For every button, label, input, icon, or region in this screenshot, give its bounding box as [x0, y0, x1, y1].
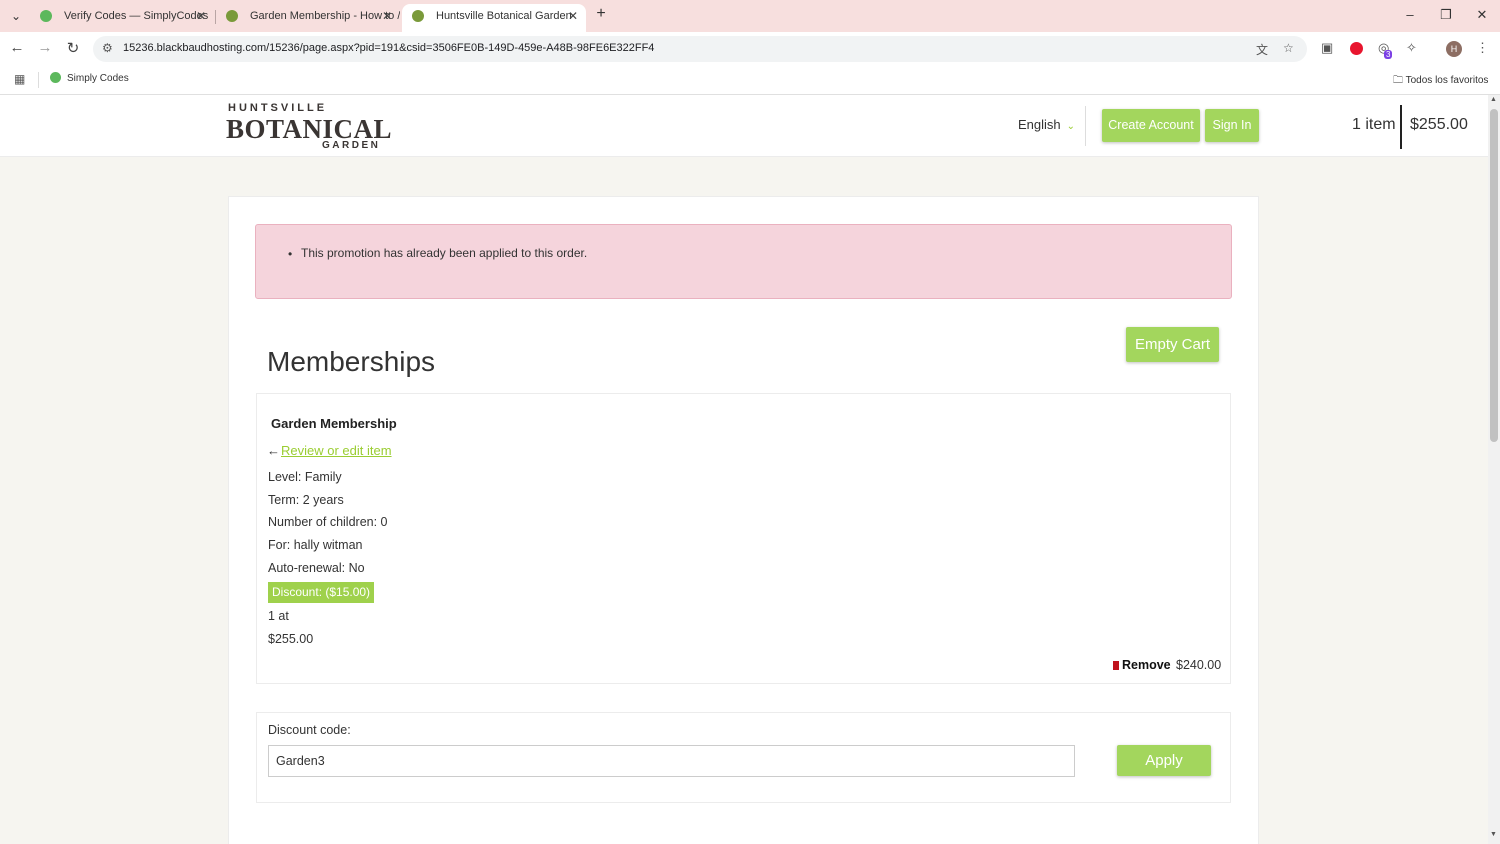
minimize-icon[interactable]: –: [1400, 7, 1420, 22]
close-window-icon[interactable]: ✕: [1472, 7, 1492, 23]
cart-total[interactable]: $255.00: [1410, 116, 1468, 134]
cart-divider: [1400, 105, 1402, 149]
translate-icon[interactable]: 文: [1256, 41, 1268, 58]
address-bar[interactable]: ⚙ 15236.blackbaudhosting.com/15236/page.…: [93, 36, 1307, 62]
promotion-alert: • This promotion has already been applie…: [255, 224, 1232, 299]
simplycodes-favicon-icon: [40, 10, 52, 22]
scroll-up-arrow-icon[interactable]: ▲: [1490, 96, 1497, 103]
trash-icon: [1113, 661, 1119, 670]
tab-title: Verify Codes — SimplyCodes: [64, 10, 209, 22]
browser-tab-garden-membership[interactable]: Garden Membership - How to / ✕: [216, 4, 400, 32]
language-label: English: [1018, 117, 1061, 132]
language-selector[interactable]: English ⌄: [1018, 117, 1075, 132]
bookmarks-divider: [38, 72, 39, 88]
garden-favicon-icon: [226, 10, 238, 22]
item-recipient: For: hally witman: [268, 538, 363, 552]
item-name: Garden Membership: [271, 416, 397, 431]
garden-favicon-icon: [412, 10, 424, 22]
close-tab-icon[interactable]: ✕: [196, 4, 206, 28]
all-bookmarks-label: Todos los favoritos: [1405, 75, 1489, 86]
folder-icon: 🗀: [1393, 75, 1403, 86]
site-info-icon[interactable]: ⚙: [102, 41, 113, 55]
tab-title: Huntsville Botanical Garden: [436, 10, 572, 22]
logo-text-top: HUNTSVILLE: [228, 102, 328, 114]
browser-tab-huntsville[interactable]: Huntsville Botanical Garden ✕: [402, 4, 586, 32]
extension-badge: 3: [1384, 50, 1393, 59]
forward-icon[interactable]: →: [35, 39, 55, 56]
alert-message: This promotion has already been applied …: [301, 246, 588, 260]
close-tab-icon[interactable]: ✕: [568, 4, 578, 28]
page-title: Memberships: [267, 346, 436, 377]
logo-text-bottom: GARDEN: [322, 140, 381, 151]
tab-search-chevron-icon[interactable]: ⌄: [6, 7, 26, 25]
page-scrollbar[interactable]: ▲ ▼: [1488, 95, 1500, 844]
item-quantity: 1 at: [268, 609, 289, 623]
bookmark-simply-codes[interactable]: Simply Codes: [50, 72, 129, 84]
cart-line-item: [256, 393, 1231, 684]
apps-grid-icon[interactable]: ▦: [14, 72, 25, 86]
site-header: HUNTSVILLE BOTANICAL GARDEN English ⌄ Cre…: [0, 95, 1488, 157]
discount-code-label: Discount code:: [268, 723, 351, 737]
create-account-button[interactable]: Create Account: [1102, 109, 1200, 142]
all-bookmarks-folder[interactable]: 🗀 Todos los favoritos: [1393, 73, 1488, 90]
remove-label: Remove: [1122, 658, 1171, 672]
remove-button[interactable]: Remove: [1113, 658, 1171, 672]
browser-tab-bar: ⌄ Verify Codes — SimplyCodes ✕ Garden Me…: [0, 0, 1500, 32]
scroll-down-arrow-icon[interactable]: ▼: [1490, 831, 1497, 838]
item-term: Term: 2 years: [268, 493, 344, 507]
item-level: Level: Family: [268, 470, 342, 484]
arrow-left-icon: ←: [267, 443, 280, 458]
extension-puzzle-printer-icon[interactable]: ▣: [1321, 40, 1333, 56]
back-icon[interactable]: ←: [7, 39, 27, 56]
alert-bullet: •: [288, 247, 293, 261]
tab-title: Garden Membership - How to /: [250, 10, 400, 22]
cart-item-count[interactable]: 1 item: [1352, 116, 1396, 134]
profile-avatar[interactable]: H: [1446, 41, 1462, 57]
header-divider: [1085, 106, 1086, 146]
new-tab-icon[interactable]: +: [592, 5, 610, 23]
empty-cart-button[interactable]: Empty Cart: [1126, 327, 1219, 362]
opera-extension-icon[interactable]: [1350, 42, 1363, 55]
apply-button[interactable]: Apply: [1117, 745, 1211, 776]
browser-menu-icon[interactable]: ⋮: [1476, 40, 1489, 56]
bookmark-label: Simply Codes: [67, 73, 129, 84]
review-edit-link[interactable]: Review or edit item: [281, 443, 392, 458]
scrollbar-thumb[interactable]: [1490, 109, 1498, 442]
sign-in-button[interactable]: Sign In: [1205, 109, 1259, 142]
item-unit-price: $255.00: [268, 632, 314, 646]
browser-tab-simplycodes[interactable]: Verify Codes — SimplyCodes ✕: [30, 4, 214, 32]
huntsville-botanical-garden-logo[interactable]: HUNTSVILLE BOTANICAL GARDEN: [226, 102, 392, 152]
item-children: Number of children: 0: [268, 515, 388, 529]
bookmark-star-icon[interactable]: ☆: [1283, 41, 1294, 55]
bookmarks-bar: ▦ Simply Codes 🗀 Todos los favoritos: [0, 66, 1500, 95]
restore-icon[interactable]: ❐: [1436, 7, 1456, 23]
item-auto-renewal: Auto-renewal: No: [268, 561, 365, 575]
line-total: $240.00: [1176, 658, 1222, 672]
browser-toolbar: ← → ↻ ⚙ 15236.blackbaudhosting.com/15236…: [0, 32, 1500, 66]
discount-badge: Discount: ($15.00): [268, 582, 375, 603]
extensions-menu-icon[interactable]: ✧: [1406, 40, 1417, 56]
reload-icon[interactable]: ↻: [63, 39, 83, 57]
url-text[interactable]: 15236.blackbaudhosting.com/15236/page.as…: [123, 42, 654, 54]
close-tab-icon[interactable]: ✕: [382, 4, 392, 28]
simplycodes-favicon-icon: [50, 72, 61, 83]
discount-code-input[interactable]: [268, 745, 1075, 777]
chevron-down-icon: ⌄: [1066, 121, 1076, 132]
